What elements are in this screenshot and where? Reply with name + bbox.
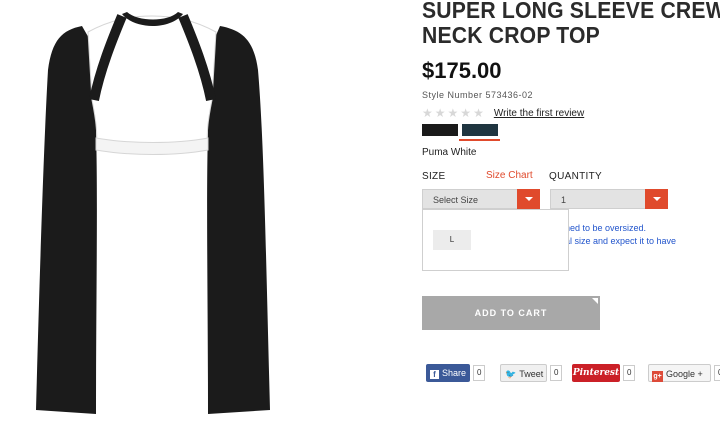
product-title: SUPER LONG SLEEVE CREW NECK CROP TOP <box>422 0 720 48</box>
product-price: $175.00 <box>422 58 502 83</box>
chevron-down-icon[interactable] <box>645 189 668 209</box>
google-plus-button[interactable]: g+ Google + <box>648 364 711 382</box>
quantity-select-value: 1 <box>561 195 567 205</box>
facebook-share-count: 0 <box>473 365 486 381</box>
selected-swatch-indicator <box>459 139 500 141</box>
pinterest-button[interactable]: Pinterest <box>572 364 620 382</box>
style-number: Style Number 573436-02 <box>422 90 534 100</box>
fit-note-line1: ned to be oversized. <box>565 223 647 233</box>
size-option-l[interactable]: L <box>433 230 471 250</box>
star-icon: ★ <box>434 106 446 120</box>
google-plus-label: Google + <box>666 369 703 379</box>
twitter-tweet-label: Tweet <box>519 369 544 379</box>
share-bar: f Share 0 🐦 Tweet 0 Pinterest 0 g+ Google +… <box>422 364 720 384</box>
rating-stars: ★ ★ ★ ★ ★ <box>422 106 484 120</box>
google-plus-icon: g+ <box>652 371 663 382</box>
size-chart-link[interactable]: Size Chart <box>486 170 533 181</box>
swatch-white[interactable] <box>462 124 498 136</box>
color-swatches <box>422 124 498 136</box>
chevron-down-icon[interactable] <box>517 189 540 209</box>
product-title-line1: SUPER LONG SLEEVE CREW <box>422 0 720 23</box>
facebook-share-label: Share <box>442 368 467 378</box>
facebook-icon: f <box>430 370 439 379</box>
facebook-share-button[interactable]: f Share <box>426 364 470 382</box>
twitter-tweet-count: 0 <box>550 365 563 381</box>
quantity-label: QUANTITY <box>549 171 602 182</box>
fit-note-line2: al size and expect it to have <box>565 236 677 246</box>
product-image <box>36 12 270 414</box>
size-label: SIZE <box>422 171 446 182</box>
product-title-line2: NECK CROP TOP <box>422 22 600 48</box>
fit-note: ned to be oversized. al size and expect … <box>565 222 676 248</box>
size-dropdown: L <box>422 209 569 271</box>
star-icon: ★ <box>460 106 472 120</box>
quantity-select[interactable]: 1 <box>550 189 668 209</box>
twitter-icon: 🐦 <box>505 369 517 379</box>
swatch-black[interactable] <box>422 124 458 136</box>
star-icon: ★ <box>422 106 433 120</box>
size-select[interactable]: Select Size <box>422 189 540 209</box>
star-icon: ★ <box>447 106 459 120</box>
color-name: Puma White <box>422 147 477 158</box>
write-review-link[interactable]: Write the first review <box>494 108 584 119</box>
twitter-tweet-button[interactable]: 🐦 Tweet <box>500 364 547 382</box>
star-icon: ★ <box>473 106 484 120</box>
pinterest-count: 0 <box>623 365 636 381</box>
size-select-value: Select Size <box>433 195 479 205</box>
rating-row: ★ ★ ★ ★ ★ Write the first review <box>422 106 584 120</box>
add-to-cart-button[interactable]: ADD TO CART <box>422 296 600 330</box>
google-plus-count: 0 <box>714 365 720 381</box>
